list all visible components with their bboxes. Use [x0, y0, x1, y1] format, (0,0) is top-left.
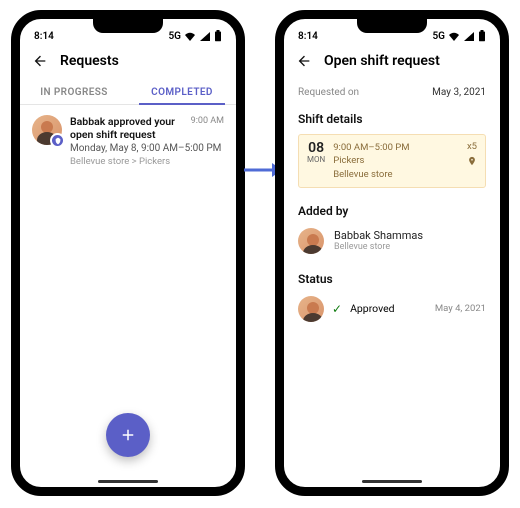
status-date: May 4, 2021 — [435, 303, 486, 314]
status-indicators: 5G — [168, 30, 222, 42]
shift-slot-count: x5 — [467, 141, 477, 152]
request-body: Babbak approved your open shift request … — [70, 115, 224, 167]
add-request-button[interactable] — [106, 413, 150, 457]
location-pin-icon — [467, 156, 477, 166]
tabs: IN PROGRESS COMPLETED — [20, 79, 236, 105]
battery-icon — [214, 30, 222, 42]
request-feed: Babbak approved your open shift request … — [20, 105, 236, 177]
shift-day-of-week: MON — [307, 155, 325, 164]
wifi-icon — [184, 31, 196, 41]
added-by-title: Added by — [284, 196, 500, 222]
shift-meta: x5 — [467, 141, 477, 181]
avatar — [298, 296, 324, 322]
page-title: Open shift request — [324, 53, 440, 69]
clock-time: 8:14 — [34, 31, 54, 42]
request-subtitle: Monday, May 8, 9:00 AM–5:00 PM — [70, 143, 224, 154]
back-icon[interactable] — [32, 53, 48, 69]
status-value: Approved — [350, 302, 395, 315]
plus-icon — [119, 426, 137, 444]
shift-group: Pickers — [333, 154, 459, 167]
network-label: 5G — [168, 31, 181, 42]
device-notch — [357, 19, 427, 33]
shift-time: 9:00 AM–5:00 PM — [333, 141, 459, 154]
added-by-name: Babbak Shammas — [334, 229, 423, 242]
status-indicators: 5G — [432, 30, 486, 42]
tab-completed[interactable]: COMPLETED — [128, 79, 236, 104]
requested-on-label: Requested on — [298, 87, 359, 98]
page-title: Requests — [60, 53, 119, 69]
avatar — [298, 228, 324, 254]
shift-card[interactable]: 08 MON 9:00 AM–5:00 PM Pickers Bellevue … — [298, 134, 486, 188]
added-by-text: Babbak Shammas Bellevue store — [334, 229, 423, 252]
added-by-store: Bellevue store — [334, 242, 423, 252]
request-timestamp: 9:00 AM — [191, 115, 224, 126]
shift-store: Bellevue store — [333, 168, 459, 181]
status-title: Status — [284, 264, 500, 290]
requested-on-row: Requested on May 3, 2021 — [284, 79, 500, 104]
status-row: ✓ Approved May 4, 2021 — [284, 290, 500, 328]
network-label: 5G — [432, 31, 445, 42]
page-header: Open shift request — [284, 47, 500, 79]
tab-in-progress[interactable]: IN PROGRESS — [20, 79, 128, 104]
shift-info: 9:00 AM–5:00 PM Pickers Bellevue store — [333, 141, 459, 181]
device-notch — [93, 19, 163, 33]
request-item[interactable]: Babbak approved your open shift request … — [32, 115, 224, 167]
check-icon: ✓ — [332, 302, 342, 316]
request-breadcrumb: Bellevue store > Pickers — [70, 156, 224, 167]
phone-requests: 8:14 5G Requests IN PROGRESS COMPLETED — [11, 10, 245, 496]
clock-time: 8:14 — [298, 31, 318, 42]
shift-type-badge-icon — [50, 133, 65, 148]
wifi-icon — [448, 31, 460, 41]
shift-details-title: Shift details — [284, 104, 500, 130]
shift-date: 08 MON — [307, 141, 325, 181]
page-header: Requests — [20, 47, 236, 79]
phone-request-detail: 8:14 5G Open shift request Requested on … — [275, 10, 509, 496]
request-title: Babbak approved your open shift request — [70, 115, 183, 141]
requested-on-date: May 3, 2021 — [432, 87, 486, 98]
battery-icon — [478, 30, 486, 42]
back-icon[interactable] — [296, 53, 312, 69]
added-by-row[interactable]: Babbak Shammas Bellevue store — [284, 222, 500, 264]
home-indicator — [98, 480, 158, 483]
signal-icon — [199, 31, 211, 41]
shift-day-number: 08 — [307, 141, 325, 155]
home-indicator — [362, 480, 422, 483]
avatar-wrap — [32, 115, 62, 145]
signal-icon — [463, 31, 475, 41]
